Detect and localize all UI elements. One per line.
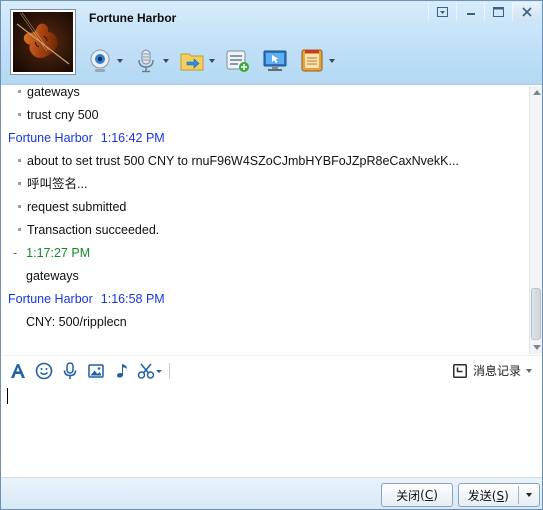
- message-time: 1:17:27 PM: [26, 246, 91, 260]
- message-header: Fortune Harbor 1:16:42 PM: [2, 128, 165, 148]
- close-button[interactable]: 关闭(C): [381, 483, 453, 507]
- microphone-button[interactable]: [131, 46, 170, 76]
- message-line: Transaction succeeded.: [2, 220, 159, 240]
- add-note-button[interactable]: [223, 46, 253, 76]
- voice-icon[interactable]: [57, 358, 83, 384]
- bullet-icon: [18, 182, 21, 186]
- toolbar-divider: [169, 362, 170, 379]
- bullet-icon: [18, 90, 21, 94]
- microphone-icon: [131, 46, 161, 76]
- bullet-icon: [18, 228, 21, 232]
- chevron-down-icon[interactable]: [161, 46, 170, 76]
- chevron-down-icon[interactable]: [207, 46, 216, 76]
- message-line: request submitted: [2, 197, 126, 217]
- close-icon[interactable]: [512, 2, 540, 21]
- text-caret: [7, 388, 8, 404]
- message-history-button[interactable]: 消息记录: [452, 362, 532, 379]
- add-note-icon: [223, 46, 253, 76]
- chevron-down-icon[interactable]: [115, 46, 124, 76]
- window-header: Fortune Harbor: [1, 1, 542, 85]
- scroll-down-icon[interactable]: [533, 345, 541, 350]
- message-line: gateways: [26, 269, 79, 283]
- message-header: -1:17:27 PM: [2, 243, 90, 263]
- message-history-label: 消息记录: [472, 364, 521, 378]
- remote-desktop-button[interactable]: [260, 46, 290, 76]
- chat-window: Fortune Harbor gateways trust cny 500 Fo…: [0, 0, 543, 510]
- message-input[interactable]: [2, 385, 542, 477]
- app-icon: [297, 46, 327, 76]
- send-button[interactable]: 发送(S): [458, 483, 540, 507]
- self-dash: -: [13, 246, 18, 260]
- history-clock-icon: [452, 363, 467, 378]
- scroll-thumb[interactable]: [531, 288, 541, 340]
- remote-desktop-icon: [260, 46, 290, 76]
- app-button[interactable]: [297, 46, 336, 76]
- send-options-chevron-icon[interactable]: [519, 493, 539, 497]
- message-line: about to set trust 500 CNY to rnuF96W4SZ…: [2, 151, 459, 171]
- contact-name: Fortune Harbor: [89, 11, 177, 25]
- webcam-icon: [85, 46, 115, 76]
- message-line: gateways: [2, 86, 80, 102]
- screenshot-scissors-icon[interactable]: [135, 358, 165, 384]
- contact-toolbar: [85, 43, 343, 79]
- webcam-button[interactable]: [85, 46, 124, 76]
- message-time: 1:16:42 PM: [100, 131, 165, 145]
- maximize-icon[interactable]: [484, 2, 512, 21]
- bottom-bar: 关闭(C) 发送(S): [1, 477, 542, 509]
- message-line: CNY: 500/ripplecn: [26, 315, 127, 329]
- sender-name: Fortune Harbor: [8, 292, 93, 306]
- bullet-icon: [18, 159, 21, 163]
- minimize-icon[interactable]: [456, 2, 484, 21]
- message-header: Fortune Harbor 1:16:58 PM: [2, 289, 165, 309]
- music-icon[interactable]: [109, 358, 135, 384]
- emoji-icon[interactable]: [31, 358, 57, 384]
- contact-avatar[interactable]: [10, 9, 76, 75]
- window-controls: [428, 2, 540, 21]
- chat-scrollbar[interactable]: [529, 86, 542, 354]
- send-file-button[interactable]: [177, 46, 216, 76]
- message-line: trust cny 500: [2, 105, 99, 125]
- format-toolbar: 消息记录: [2, 355, 542, 385]
- chevron-down-icon[interactable]: [327, 46, 336, 76]
- send-file-icon: [177, 46, 207, 76]
- chevron-down-icon: [526, 368, 532, 373]
- chat-history[interactable]: gateways trust cny 500 Fortune Harbor 1:1…: [2, 86, 529, 354]
- image-icon[interactable]: [83, 358, 109, 384]
- sender-name: Fortune Harbor: [8, 131, 93, 145]
- message-time: 1:16:58 PM: [100, 292, 165, 306]
- scroll-up-icon[interactable]: [533, 90, 541, 95]
- bullet-icon: [18, 205, 21, 209]
- font-icon[interactable]: [5, 358, 31, 384]
- bullet-icon: [18, 113, 21, 117]
- message-line: 呼叫签名...: [2, 174, 87, 194]
- menu-icon[interactable]: [428, 2, 456, 21]
